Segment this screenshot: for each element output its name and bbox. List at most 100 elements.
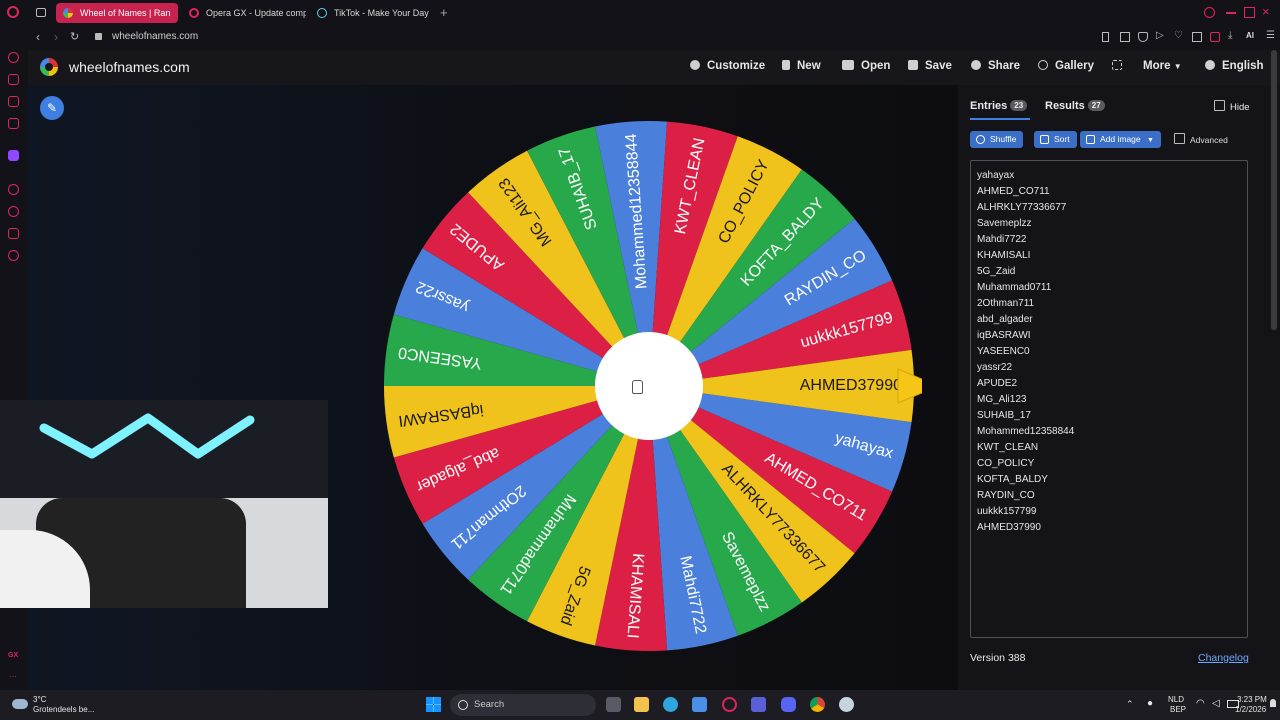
taskbar-search-box[interactable] <box>450 694 596 716</box>
sidebar-chat-icon[interactable] <box>8 228 19 239</box>
microphone-icon[interactable]: ● <box>1147 698 1153 709</box>
add-image-button[interactable]: Add image ▼ <box>1080 131 1161 148</box>
opera-logo-icon[interactable] <box>7 6 19 18</box>
forward-icon[interactable]: › <box>54 30 58 44</box>
steam-icon[interactable] <box>839 697 854 712</box>
sort-button[interactable]: Sort <box>1034 131 1077 148</box>
discord-icon[interactable] <box>781 697 796 712</box>
back-icon[interactable]: ‹ <box>36 30 40 44</box>
entry-line: KWT_CLEAN <box>977 442 1039 453</box>
open-button[interactable]: Open <box>842 60 890 72</box>
shuffle-label: Shuffle <box>990 134 1017 144</box>
search-icon <box>458 700 468 710</box>
entry-line: APUDE2 <box>977 378 1018 389</box>
wheel-center-hub[interactable] <box>595 332 703 440</box>
entry-line: iqBASRAWI <box>977 330 1031 341</box>
wifi-icon[interactable]: ◠ <box>1196 698 1205 709</box>
fullscreen-button[interactable] <box>1112 60 1129 72</box>
sidebar-store-icon[interactable] <box>8 74 19 85</box>
wallet-icon[interactable] <box>1192 32 1202 42</box>
new-tab-button[interactable]: + <box>440 5 448 20</box>
gallery-button[interactable]: Gallery <box>1038 60 1094 72</box>
url-field[interactable]: wheelofnames.com <box>112 31 198 42</box>
tab-results[interactable]: Results 27 <box>1045 100 1105 112</box>
sidebar-player-icon[interactable] <box>8 184 19 195</box>
chrome-icon[interactable] <box>810 697 825 712</box>
customize-button[interactable]: Customize <box>690 60 765 72</box>
notification-bell-icon[interactable] <box>1270 699 1276 707</box>
download-icon[interactable]: ⤓ <box>1228 30 1232 41</box>
sidebar-history-icon[interactable] <box>8 206 19 217</box>
account-icon[interactable] <box>1210 32 1220 42</box>
tab-menu-icon[interactable] <box>36 8 46 17</box>
clock-date[interactable]: 1/2/2026 <box>1235 705 1266 714</box>
sidebar-news-icon[interactable] <box>8 118 19 129</box>
weather-desc[interactable]: Grotendeels be... <box>33 705 94 714</box>
tab-wheel-of-names[interactable]: Wheel of Names | Ran <box>56 3 178 23</box>
more-button[interactable]: More ▼ <box>1143 60 1182 72</box>
sidebar-gx-corner-icon[interactable] <box>8 52 19 63</box>
advanced-checkbox[interactable] <box>1174 133 1185 144</box>
language-button[interactable]: English <box>1205 60 1264 72</box>
close-icon[interactable]: × <box>1262 4 1270 19</box>
tab-tiktok[interactable]: TikTok - Make Your Day <box>310 3 434 23</box>
wheel[interactable]: yahayaxAHMED_CO711ALHRKLY77336677Savemep… <box>378 113 922 657</box>
sidebar-settings-icon[interactable] <box>8 250 19 261</box>
tab-opera-gx[interactable]: Opera GX - Update comp <box>182 3 306 23</box>
weather-temp[interactable]: 3°C <box>33 695 46 704</box>
app-icon[interactable] <box>751 697 766 712</box>
language-indicator[interactable]: NLD <box>1168 695 1184 704</box>
search-icon[interactable] <box>1204 7 1215 18</box>
clock-time[interactable]: 3:23 PM <box>1237 695 1267 704</box>
menu-icon[interactable]: ☰ <box>1266 30 1275 41</box>
reload-icon[interactable]: ↻ <box>70 30 79 43</box>
page-scrollbar[interactable] <box>1271 50 1277 330</box>
sidebar-gx-label-icon[interactable]: GX <box>8 652 18 659</box>
heart-icon[interactable]: ♡ <box>1174 30 1183 41</box>
neon-zigzag-icon <box>39 413 255 459</box>
share-label: Share <box>988 60 1020 72</box>
tab-label: Wheel of Names | Ran <box>80 8 171 18</box>
advanced-toggle[interactable]: Advanced <box>1174 133 1228 145</box>
wheelofnames-logo-icon[interactable] <box>40 58 58 76</box>
maximize-icon[interactable] <box>1244 7 1255 18</box>
windows-start-icon[interactable] <box>426 697 441 712</box>
version-label: Version 388 <box>970 652 1026 664</box>
snapshot-icon[interactable] <box>1120 32 1130 42</box>
sidebar-more-icon[interactable]: ··· <box>9 672 17 681</box>
hide-label: Hide <box>1230 102 1250 113</box>
cursor-hand-icon <box>632 380 643 394</box>
more-label: More <box>1143 60 1171 72</box>
file-explorer-icon[interactable] <box>634 697 649 712</box>
bookmark-icon[interactable] <box>1102 32 1109 42</box>
shield-icon[interactable] <box>1138 32 1148 42</box>
tab-entries[interactable]: Entries 23 <box>970 100 1028 112</box>
file-icon <box>782 60 790 70</box>
edge-icon[interactable] <box>663 697 678 712</box>
hide-toggle[interactable]: Hide <box>1214 100 1250 113</box>
volume-icon[interactable]: ◁ <box>1212 698 1220 709</box>
share-button[interactable]: Share <box>971 60 1020 72</box>
weather-cloud-icon[interactable] <box>12 699 28 709</box>
entries-textarea[interactable]: yahayax AHMED_CO711 ALHRKLY77336677 Savemep… <box>970 160 1248 638</box>
new-button[interactable]: New <box>782 60 821 72</box>
store-icon[interactable] <box>692 697 707 712</box>
language-indicator-2[interactable]: BEP <box>1170 705 1186 714</box>
site-name[interactable]: wheelofnames.com <box>69 59 190 75</box>
opera-gx-icon[interactable] <box>722 697 737 712</box>
fullscreen-icon <box>1112 60 1122 70</box>
changelog-link[interactable]: Changelog <box>1198 652 1249 664</box>
sidebar-twitch-icon[interactable] <box>8 150 19 161</box>
entries-count-badge: 23 <box>1010 100 1028 111</box>
tray-chevron-icon[interactable]: ⌃ <box>1126 699 1134 710</box>
play-icon[interactable]: ▷ <box>1156 30 1164 41</box>
minimize-icon[interactable] <box>1226 12 1236 14</box>
floppy-icon <box>908 60 918 70</box>
shuffle-button[interactable]: Shuffle <box>970 131 1024 148</box>
task-view-icon[interactable] <box>606 697 621 712</box>
hide-checkbox[interactable] <box>1214 100 1225 111</box>
edit-pencil-button[interactable]: ✎ <box>40 96 64 120</box>
save-button[interactable]: Save <box>908 60 952 72</box>
sidebar-messenger-icon[interactable] <box>8 96 19 107</box>
ai-icon[interactable]: AI <box>1246 31 1254 40</box>
